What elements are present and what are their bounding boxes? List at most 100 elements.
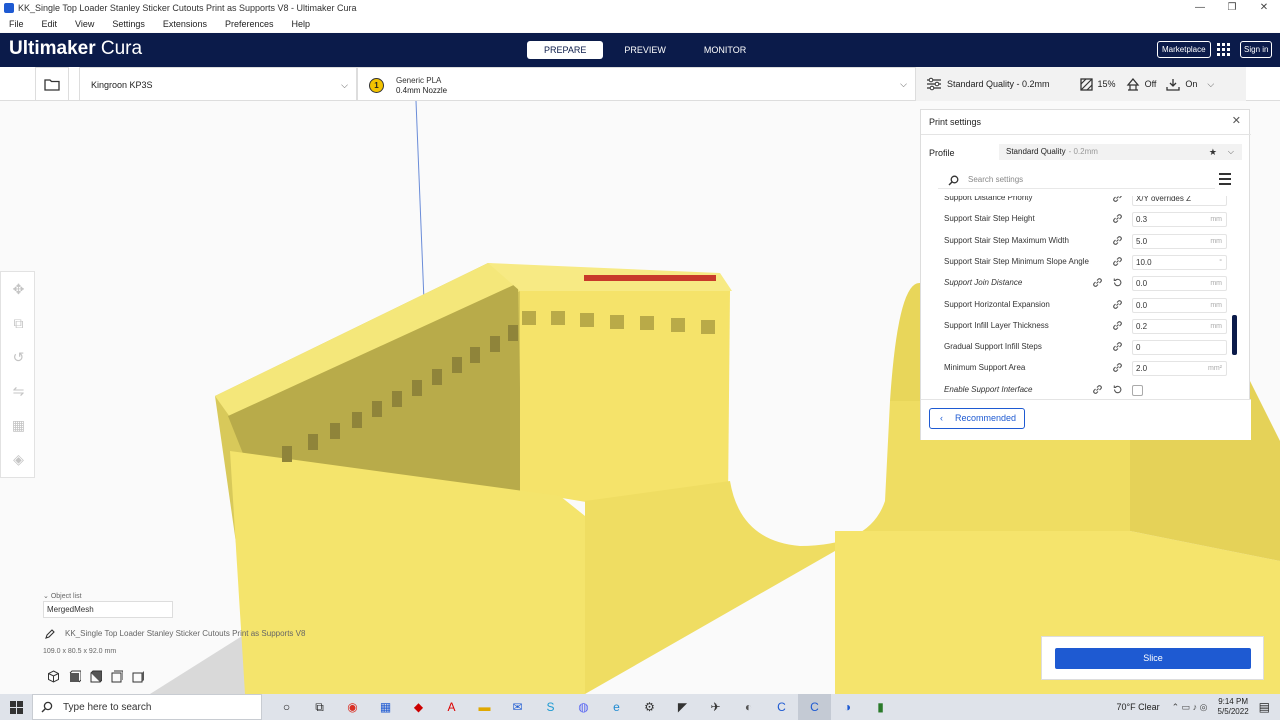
- slicer-icon[interactable]: ◤: [666, 694, 699, 720]
- calculator-icon[interactable]: ▦: [369, 694, 402, 720]
- apps-grid-icon[interactable]: [1217, 43, 1230, 56]
- setting-row: Support Stair Step Minimum Slope Angle 10…: [921, 252, 1239, 273]
- tab-monitor[interactable]: MONITOR: [687, 41, 763, 59]
- setting-label: Support Infill Layer Thickness: [944, 320, 1049, 330]
- slice-button[interactable]: Slice: [1055, 648, 1251, 669]
- slice-panel: Slice: [1041, 636, 1264, 680]
- scale-tool-icon[interactable]: ⧉: [1, 306, 36, 340]
- left-view-icon[interactable]: [106, 668, 127, 684]
- support-blocker-icon[interactable]: ◈: [1, 442, 36, 476]
- link-icon[interactable]: [1112, 362, 1123, 376]
- app-icon[interactable]: ✈: [699, 694, 732, 720]
- marketplace-button[interactable]: Marketplace: [1157, 41, 1211, 58]
- top-view-icon[interactable]: [85, 668, 106, 684]
- link-icon[interactable]: [1112, 256, 1123, 270]
- print-setup-selector[interactable]: Standard Quality - 0.2mm 15% Off On ⌵: [916, 67, 1246, 101]
- setting-value-input[interactable]: 0.2 mm: [1132, 318, 1227, 334]
- link-icon[interactable]: [1112, 299, 1123, 313]
- chevron-left-icon: ‹: [940, 413, 943, 423]
- setting-value-input[interactable]: 10.0 °: [1132, 254, 1227, 270]
- menu-settings[interactable]: Settings: [112, 19, 145, 29]
- mirror-tool-icon[interactable]: ⇋: [1, 374, 36, 408]
- windows-start-icon[interactable]: [0, 694, 32, 720]
- search-settings-input[interactable]: Search settings: [938, 171, 1215, 189]
- setting-value-input[interactable]: 0.0 mm: [1132, 297, 1227, 313]
- setting-value-input[interactable]: 5.0 mm: [1132, 233, 1227, 249]
- open-file-button[interactable]: [35, 67, 69, 101]
- acrobat-icon[interactable]: A: [435, 694, 468, 720]
- right-view-icon[interactable]: [127, 668, 148, 684]
- file-explorer-icon[interactable]: ▬: [468, 694, 501, 720]
- object-list: ⌄ Object list MergedMesh KK_Single Top L…: [43, 590, 313, 660]
- app-icon[interactable]: C: [765, 694, 798, 720]
- setting-value-input[interactable]: X/Y overrides Z: [1132, 196, 1227, 206]
- minimize-button[interactable]: —: [1184, 0, 1216, 16]
- settings-scrollbar[interactable]: [1232, 315, 1237, 355]
- task-view-icon[interactable]: ⧉: [303, 694, 336, 720]
- link-icon[interactable]: [1092, 384, 1103, 398]
- skype-icon[interactable]: S: [534, 694, 567, 720]
- menu-edit[interactable]: Edit: [42, 19, 58, 29]
- close-icon[interactable]: ✕: [1232, 114, 1241, 127]
- link-icon[interactable]: [1112, 320, 1123, 334]
- print-settings-panel: Print settings ✕ Profile Standard Qualit…: [920, 109, 1251, 440]
- discord-icon[interactable]: ◍: [567, 694, 600, 720]
- weather-widget[interactable]: 70°F Clear: [1116, 702, 1159, 712]
- material-selector[interactable]: 1 Generic PLA 0.4mm Nozzle ⌵: [357, 67, 916, 101]
- tray-icons[interactable]: ⌃ ▭ ♪ ◎: [1172, 702, 1208, 713]
- panel-title: Print settings: [929, 117, 982, 127]
- menu-help[interactable]: Help: [291, 19, 310, 29]
- link-icon[interactable]: [1112, 213, 1123, 227]
- object-list-header[interactable]: ⌄ Object list: [43, 592, 82, 600]
- system-tray: 70°F Clear ⌃ ▭ ♪ ◎ 9:14 PM 5/5/2022 ▤: [1116, 694, 1280, 720]
- quality-profile-label: Standard Quality - 0.2mm: [947, 79, 1050, 89]
- chrome-icon[interactable]: ◉: [336, 694, 369, 720]
- setting-checkbox[interactable]: [1132, 384, 1143, 396]
- cura-taskbar-icon[interactable]: C: [798, 694, 831, 720]
- pencil-icon[interactable]: [45, 629, 55, 639]
- app-icon[interactable]: ▮: [864, 694, 897, 720]
- app-icon[interactable]: ⚙: [633, 694, 666, 720]
- star-icon[interactable]: ★: [1209, 144, 1217, 160]
- tab-preview[interactable]: PREVIEW: [607, 41, 683, 59]
- object-list-item[interactable]: MergedMesh: [43, 601, 173, 618]
- setting-value-input[interactable]: 2.0 mm²: [1132, 361, 1227, 377]
- clock[interactable]: 9:14 PM 5/5/2022: [1218, 697, 1249, 717]
- notifications-icon[interactable]: ▤: [1259, 700, 1270, 714]
- window-title-bar: KK_Single Top Loader Stanley Sticker Cut…: [0, 0, 1280, 16]
- link-icon[interactable]: [1112, 341, 1123, 355]
- per-model-settings-icon[interactable]: ▦: [1, 408, 36, 442]
- front-view-icon[interactable]: [64, 668, 85, 684]
- link-icon[interactable]: [1092, 277, 1103, 291]
- sign-in-button[interactable]: Sign in: [1240, 41, 1273, 58]
- menu-file[interactable]: File: [9, 19, 24, 29]
- menu-view[interactable]: View: [75, 19, 94, 29]
- mail-icon[interactable]: ✉: [501, 694, 534, 720]
- maximize-button[interactable]: ❐: [1216, 0, 1248, 16]
- setting-value-input[interactable]: 0: [1132, 340, 1227, 356]
- profile-select[interactable]: Standard Quality - 0.2mm ★ ⌵: [999, 144, 1242, 160]
- 3d-view-icon[interactable]: [43, 668, 64, 684]
- setting-label: Minimum Support Area: [944, 363, 1026, 373]
- recommended-button[interactable]: ‹ Recommended: [929, 408, 1025, 429]
- app-icon[interactable]: ◆: [402, 694, 435, 720]
- reset-icon[interactable]: [1112, 277, 1123, 291]
- settings-menu-icon[interactable]: [1219, 173, 1231, 188]
- link-icon[interactable]: [1112, 196, 1123, 206]
- move-tool-icon[interactable]: ✥: [1, 272, 36, 306]
- link-icon[interactable]: [1112, 235, 1123, 249]
- close-window-button[interactable]: ✕: [1248, 0, 1280, 16]
- setting-value-input[interactable]: 0.0 mm: [1132, 276, 1227, 292]
- app-icon[interactable]: ◐: [732, 694, 765, 720]
- edge-icon[interactable]: e: [600, 694, 633, 720]
- printer-selector[interactable]: Kingroon KP3S ⌵: [79, 67, 357, 101]
- menu-preferences[interactable]: Preferences: [225, 19, 274, 29]
- menu-extensions[interactable]: Extensions: [163, 19, 207, 29]
- setting-value-input[interactable]: 0.3 mm: [1132, 212, 1227, 228]
- cortana-icon[interactable]: ○: [270, 694, 303, 720]
- tab-prepare[interactable]: PREPARE: [527, 41, 604, 59]
- reset-icon[interactable]: [1112, 384, 1123, 398]
- app-icon[interactable]: ◑: [831, 694, 864, 720]
- taskbar-search-input[interactable]: Type here to search: [32, 694, 262, 720]
- rotate-tool-icon[interactable]: ↺: [1, 340, 36, 374]
